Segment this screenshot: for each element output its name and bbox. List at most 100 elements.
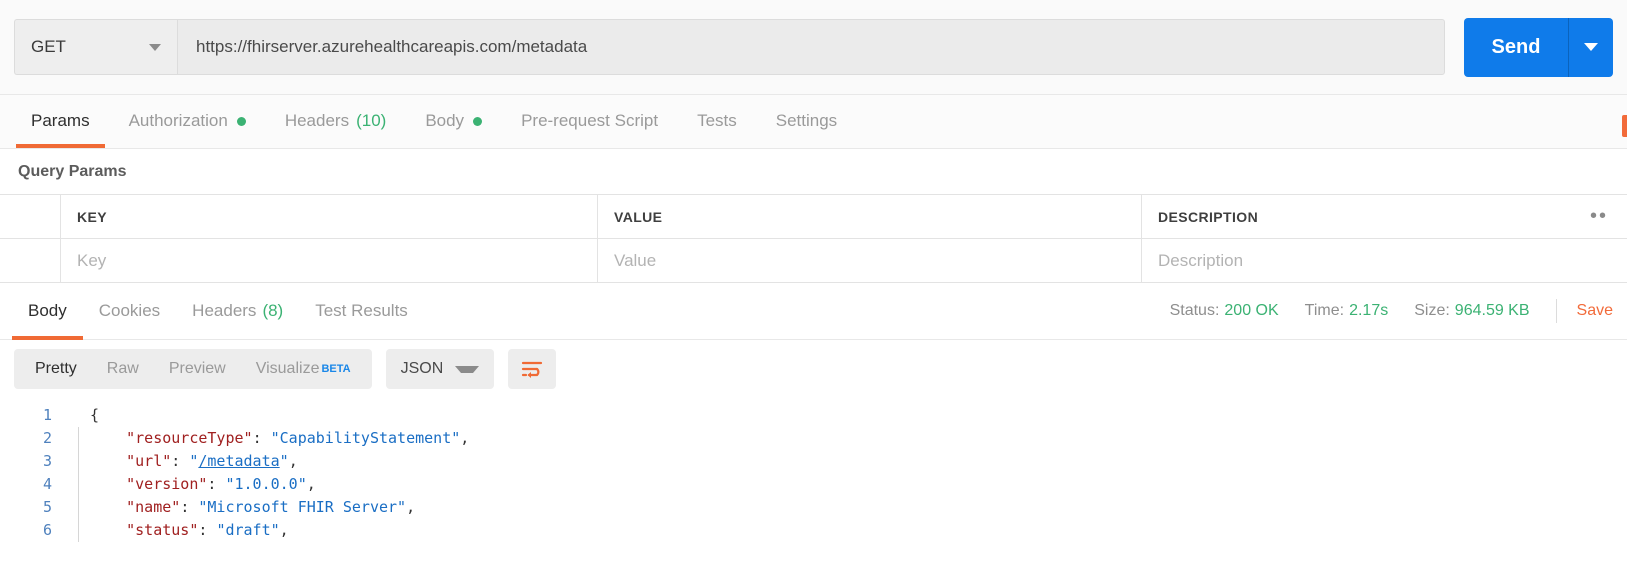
chevron-down-icon bbox=[454, 365, 479, 373]
param-value-input[interactable]: Value bbox=[598, 239, 1142, 282]
code-text: "name": "Microsoft FHIR Server", bbox=[90, 496, 415, 519]
code-token: , bbox=[288, 452, 298, 470]
code-token: , bbox=[306, 475, 316, 493]
code-token: "name" bbox=[126, 498, 181, 516]
response-body-code[interactable]: 1 {2 "resourceType": "CapabilityStatement… bbox=[0, 398, 1627, 543]
tab-label: Body bbox=[425, 111, 465, 130]
response-tab-cookies[interactable]: Cookies bbox=[83, 283, 176, 340]
code-token: "CapabilityStatement" bbox=[270, 429, 461, 447]
fold-guide bbox=[68, 519, 90, 542]
response-tab-body[interactable]: Body bbox=[12, 283, 83, 340]
column-header-key: KEY bbox=[61, 195, 598, 238]
http-method-label: GET bbox=[31, 37, 66, 56]
status-dot-icon bbox=[473, 116, 483, 126]
response-tab-test-results[interactable]: Test Results bbox=[299, 283, 424, 340]
line-number: 4 bbox=[42, 475, 52, 493]
fold-guide bbox=[68, 427, 90, 450]
send-button[interactable]: Send bbox=[1464, 17, 1568, 77]
tab-pre-request-script[interactable]: Pre-request Script bbox=[506, 94, 673, 148]
word-wrap-toggle[interactable] bbox=[507, 349, 556, 389]
time-value: 2.17s bbox=[1349, 302, 1389, 319]
response-tab-headers[interactable]: Headers (8) bbox=[176, 283, 299, 340]
code-token: , bbox=[406, 498, 416, 516]
header-checkbox-cell bbox=[0, 195, 61, 238]
http-method-select[interactable]: GET bbox=[14, 19, 177, 75]
view-mode-raw[interactable]: Raw bbox=[92, 349, 154, 389]
tab-label: Body bbox=[28, 301, 67, 320]
response-tab-bar: Body Cookies Headers (8) Test Results St… bbox=[0, 283, 1627, 340]
line-number: 3 bbox=[42, 452, 52, 470]
view-mode-visualize[interactable]: Visualize BETA bbox=[241, 349, 366, 389]
view-mode-pretty[interactable]: Pretty bbox=[20, 349, 92, 389]
response-format-select[interactable]: JSON bbox=[385, 349, 494, 389]
code-line: 2 "resourceType": "CapabilityStatement", bbox=[0, 427, 1627, 450]
time-label: Time: bbox=[1304, 302, 1345, 319]
response-headers-count-badge: (8) bbox=[262, 301, 284, 320]
fold-guide bbox=[68, 496, 90, 519]
column-header-value: VALUE bbox=[598, 195, 1142, 238]
postman-request-response-pane: GET https://fhirserver.azurehealthcareap… bbox=[0, 0, 1627, 567]
row-checkbox-cell[interactable] bbox=[0, 239, 61, 282]
tab-label: Test Results bbox=[315, 301, 408, 320]
column-header-description: DESCRIPTION bbox=[1158, 208, 1259, 225]
send-options-button[interactable] bbox=[1568, 17, 1613, 77]
code-token: "resourceType" bbox=[126, 429, 253, 447]
response-view-toolbar: Pretty Raw Preview Visualize BETA JSON bbox=[0, 340, 1627, 398]
view-mode-preview[interactable]: Preview bbox=[154, 349, 241, 389]
chevron-down-icon bbox=[149, 43, 161, 51]
line-number: 2 bbox=[42, 429, 52, 447]
code-token: , bbox=[460, 429, 470, 447]
code-token: "draft" bbox=[216, 521, 280, 539]
tab-tests[interactable]: Tests bbox=[682, 94, 752, 148]
beta-badge: BETA bbox=[321, 363, 351, 375]
url-bar: GET https://fhirserver.azurehealthcareap… bbox=[0, 0, 1627, 95]
ellipsis-icon[interactable]: •• bbox=[1571, 195, 1627, 238]
mode-label: Visualize bbox=[255, 360, 320, 377]
code-token: "url" bbox=[126, 452, 172, 470]
table-header-row: KEY VALUE DESCRIPTION •• bbox=[0, 195, 1627, 239]
tab-authorization[interactable]: Authorization bbox=[114, 94, 261, 148]
code-line: 3 "url": "/metadata", bbox=[0, 450, 1627, 473]
tab-label: Headers bbox=[284, 111, 350, 130]
divider bbox=[1555, 299, 1557, 323]
tab-params[interactable]: Params bbox=[16, 94, 105, 148]
code-text: { bbox=[90, 404, 99, 427]
code-token: "Microsoft FHIR Server" bbox=[198, 498, 407, 516]
code-token: { bbox=[90, 406, 100, 424]
status-value: 200 OK bbox=[1224, 302, 1279, 319]
tab-label: Headers bbox=[192, 301, 257, 320]
code-text: "url": "/metadata", bbox=[90, 450, 298, 473]
tab-label: Settings bbox=[775, 111, 838, 130]
send-button-group: Send bbox=[1464, 17, 1613, 77]
tab-settings[interactable]: Settings bbox=[761, 94, 852, 148]
status-dot-icon bbox=[236, 116, 246, 126]
param-key-input[interactable]: Key bbox=[61, 239, 598, 282]
code-token: "version" bbox=[126, 475, 208, 493]
wrap-arrow-icon bbox=[527, 372, 531, 378]
code-text: "resourceType": "CapabilityStatement", bbox=[90, 427, 469, 450]
line-number: 1 bbox=[42, 406, 52, 424]
code-token: "status" bbox=[126, 521, 199, 539]
mode-label: Pretty bbox=[35, 360, 77, 377]
tab-body[interactable]: Body bbox=[410, 94, 497, 148]
param-description-input[interactable]: Description bbox=[1142, 239, 1571, 282]
format-label: JSON bbox=[400, 360, 444, 377]
tab-label: Params bbox=[31, 111, 90, 130]
request-url-input[interactable]: https://fhirserver.azurehealthcareapis.c… bbox=[177, 19, 1445, 75]
code-line: 6 "status": "draft", bbox=[0, 519, 1627, 542]
code-text: "version": "1.0.0.0", bbox=[90, 473, 316, 496]
cookies-edge-indicator[interactable] bbox=[1622, 115, 1627, 137]
tab-headers[interactable]: Headers (10) bbox=[270, 94, 402, 148]
tab-label: Authorization bbox=[128, 111, 228, 130]
save-response-link[interactable]: Save bbox=[1577, 302, 1613, 320]
code-token: , bbox=[279, 521, 289, 539]
code-token[interactable]: /metadata bbox=[198, 452, 279, 470]
row-actions-spacer bbox=[1571, 239, 1627, 282]
line-number: 6 bbox=[42, 521, 52, 539]
line-number: 5 bbox=[42, 498, 52, 516]
code-token: : bbox=[198, 521, 217, 539]
